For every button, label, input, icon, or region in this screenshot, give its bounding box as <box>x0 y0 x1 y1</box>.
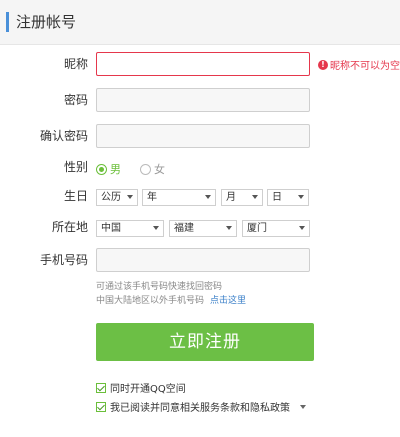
phone-input[interactable] <box>96 248 310 272</box>
terms-checkbox[interactable]: 我已阅读并同意相关服务条款和隐私政策 <box>96 399 306 414</box>
gender-female-label: 女 <box>154 163 165 176</box>
phone-hint-overseas: 中国大陆地区以外手机号码 点击这里 <box>96 295 246 308</box>
nickname-error: ! 昵称不可以为空 <box>318 57 400 72</box>
radio-unchecked-icon <box>140 163 151 175</box>
gender-label: 性别 <box>63 160 88 174</box>
birth-month-value: 月 <box>226 192 236 203</box>
radio-checked-icon <box>96 163 107 175</box>
confirm-password-label: 确认密码 <box>39 129 88 143</box>
chevron-down-icon <box>226 226 232 230</box>
page-title: 注册帐号 <box>16 13 77 31</box>
checkbox-checked-icon <box>96 382 106 393</box>
birth-year-select[interactable]: 年 <box>142 189 216 206</box>
nickname-label: 昵称 <box>63 57 88 71</box>
calendar-type-value: 公历 <box>101 192 121 203</box>
chevron-down-icon <box>153 226 159 230</box>
nickname-input[interactable] <box>96 52 310 76</box>
chevron-down-icon[interactable] <box>300 404 306 409</box>
chevron-down-icon <box>127 195 133 199</box>
birth-month-select[interactable]: 月 <box>221 189 263 206</box>
province-select[interactable]: 福建 <box>169 220 237 237</box>
chevron-down-icon <box>298 195 304 199</box>
gender-female-radio[interactable]: 女 <box>140 161 165 177</box>
location-label: 所在地 <box>51 220 88 234</box>
overseas-phone-link[interactable]: 点击这里 <box>210 296 246 306</box>
country-value: 中国 <box>101 223 121 234</box>
gender-male-label: 男 <box>110 163 121 176</box>
chevron-down-icon <box>299 226 305 230</box>
error-icon: ! <box>318 59 328 70</box>
nickname-error-text: 昵称不可以为空 <box>330 61 400 72</box>
password-input[interactable] <box>96 88 310 112</box>
birthday-label: 生日 <box>63 189 88 203</box>
calendar-type-select[interactable]: 公历 <box>96 189 138 206</box>
city-value: 厦门 <box>247 223 267 234</box>
birth-year-value: 年 <box>147 192 157 203</box>
chevron-down-icon <box>205 195 211 199</box>
phone-hint: 可通过该手机号码快速找回密码 <box>96 282 223 292</box>
confirm-password-input[interactable] <box>96 124 310 148</box>
checkbox-checked-icon <box>96 401 106 412</box>
qzone-checkbox[interactable]: 同时开通QQ空间 <box>96 380 186 395</box>
register-button[interactable]: 立即注册 <box>96 323 314 361</box>
chevron-down-icon <box>252 195 258 199</box>
header-accent-bar <box>6 12 9 32</box>
password-label: 密码 <box>63 93 88 107</box>
city-select[interactable]: 厦门 <box>242 220 310 237</box>
qzone-checkbox-label: 同时开通QQ空间 <box>110 384 186 395</box>
birth-day-select[interactable]: 日 <box>267 189 309 206</box>
terms-checkbox-label: 我已阅读并同意相关服务条款和隐私政策 <box>110 403 290 414</box>
country-select[interactable]: 中国 <box>96 220 164 237</box>
birth-day-value: 日 <box>272 192 282 203</box>
phone-label: 手机号码 <box>39 253 88 267</box>
province-value: 福建 <box>174 223 194 234</box>
gender-male-radio[interactable]: 男 <box>96 161 121 177</box>
phone-hint-overseas-text: 中国大陆地区以外手机号码 <box>96 296 205 306</box>
